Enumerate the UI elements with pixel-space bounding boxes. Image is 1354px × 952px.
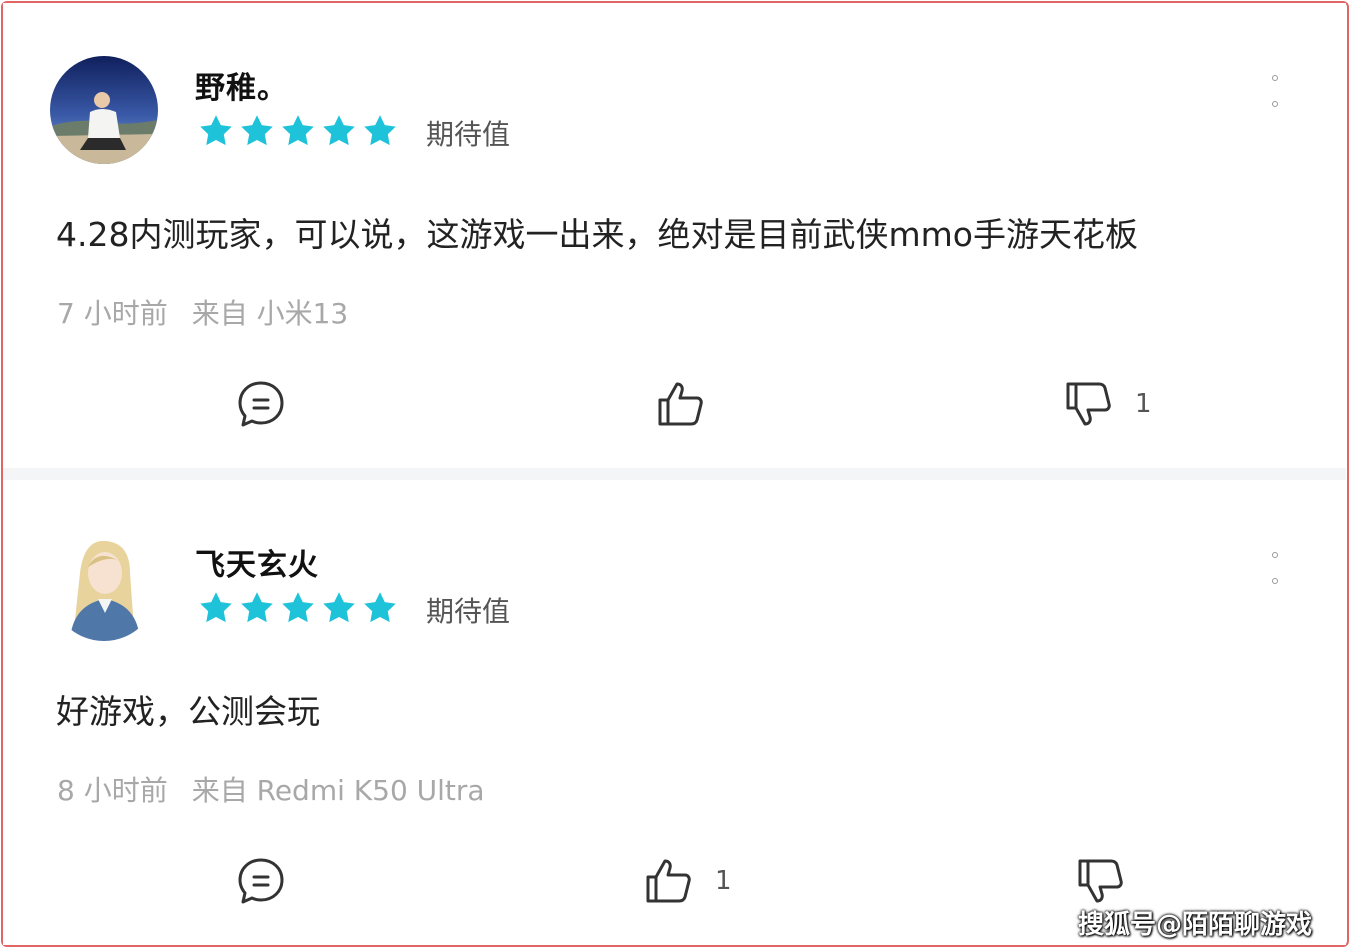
thumbs-down-icon xyxy=(1078,859,1123,903)
comment-icon xyxy=(238,381,284,427)
comment-card: 飞天玄火 期待值 好游戏，公测会玩 8 小时前 来自 Redmi K50 Ultr… xyxy=(3,480,1346,945)
star-icon xyxy=(282,592,314,623)
comment-text: 4.28内测玩家，可以说，这游戏一出来，绝对是目前武侠mmo手游天花板 xyxy=(56,215,1138,254)
comment-divider xyxy=(3,468,1346,480)
star-icon xyxy=(241,592,273,623)
thumbs-down-icon xyxy=(1066,382,1111,426)
star-rating xyxy=(198,590,398,626)
rating-label: 期待值 xyxy=(426,595,511,628)
reply-button[interactable] xyxy=(235,378,287,430)
star-icon xyxy=(241,115,273,146)
dislike-count: 1 xyxy=(1135,389,1152,419)
avatar[interactable] xyxy=(50,56,158,164)
dislike-button[interactable]: 1 xyxy=(1063,378,1152,430)
comment-meta: 7 小时前 来自 小米13 xyxy=(57,292,348,332)
star-icon xyxy=(323,115,355,146)
rating-label: 期待值 xyxy=(426,118,511,151)
thumbs-up-icon xyxy=(658,382,703,426)
star-icon xyxy=(364,592,396,623)
comment-source: 来自 Redmi K50 Ultra xyxy=(191,774,485,807)
like-count: 1 xyxy=(715,866,732,896)
star-icon xyxy=(364,115,396,146)
like-button[interactable] xyxy=(655,378,727,430)
comment-meta: 8 小时前 来自 Redmi K50 Ultra xyxy=(57,769,485,809)
star-rating xyxy=(198,113,398,149)
comment-icon xyxy=(238,858,284,904)
like-button[interactable]: 1 xyxy=(643,855,732,907)
comment-text: 好游戏，公测会玩 xyxy=(56,692,320,731)
comment-time: 7 小时前 xyxy=(57,297,168,330)
avatar[interactable] xyxy=(50,533,158,641)
username[interactable]: 飞天玄火 xyxy=(195,540,319,584)
star-icon xyxy=(323,592,355,623)
thumbs-up-icon xyxy=(646,859,691,903)
comment-source: 来自 小米13 xyxy=(191,297,349,330)
dislike-button[interactable] xyxy=(1075,855,1147,907)
star-icon xyxy=(282,115,314,146)
star-icon xyxy=(200,592,232,623)
comment-time: 8 小时前 xyxy=(57,774,168,807)
star-icon xyxy=(200,115,232,146)
watermark: 搜狐号@陌陌聊游戏 xyxy=(1078,910,1313,940)
more-vertical-icon[interactable] xyxy=(1267,552,1283,584)
reply-button[interactable] xyxy=(235,855,287,907)
comment-card: 野稚。 期待值 4.28内测玩家，可以说，这游戏一出来，绝对是目前武侠mmo手游… xyxy=(3,3,1346,468)
username[interactable]: 野稚。 xyxy=(195,63,288,107)
more-vertical-icon[interactable] xyxy=(1267,75,1283,107)
